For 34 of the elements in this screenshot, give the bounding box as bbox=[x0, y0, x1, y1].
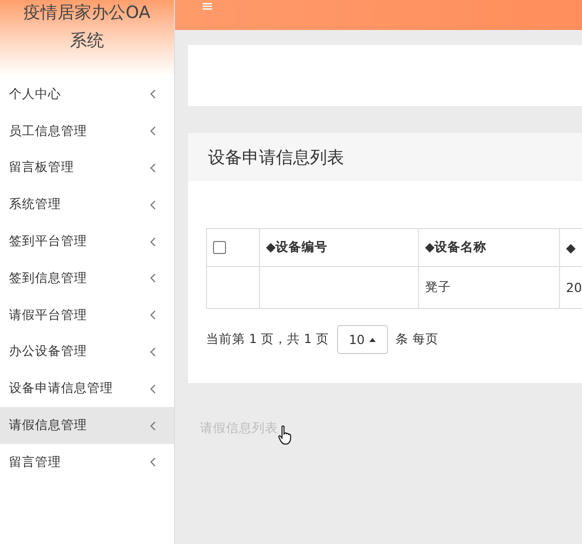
sidebar-item[interactable]: 请假信息管理 bbox=[0, 407, 174, 444]
page-size-label: 条 每页 bbox=[396, 331, 439, 348]
page-summary: 当前第 1 页，共 1 页 bbox=[206, 331, 329, 348]
sidebar-item[interactable]: 设备申请信息管理 bbox=[0, 370, 174, 408]
sidebar-item[interactable]: 签到信息管理 bbox=[0, 260, 174, 297]
chevron-icon bbox=[150, 384, 156, 394]
chevron-icon bbox=[150, 236, 156, 247]
chevron-icon bbox=[150, 420, 156, 431]
chevron-icon bbox=[150, 200, 156, 210]
chevron-icon bbox=[150, 273, 156, 284]
column-header[interactable]: ◆设备名称 bbox=[418, 228, 560, 266]
chevron-icon bbox=[150, 457, 156, 468]
sidebar-item[interactable]: 个人中心 bbox=[0, 76, 174, 113]
chevron-icon bbox=[150, 162, 156, 173]
app-title: 疫情居家办公OA系统 bbox=[22, 2, 152, 53]
hand-cursor-icon bbox=[278, 425, 292, 445]
chevron-icon bbox=[150, 126, 156, 136]
caret-icon bbox=[368, 338, 376, 342]
page-size-dropdown[interactable]: 10 bbox=[336, 325, 388, 354]
column-header[interactable]: ◆设备编号 bbox=[260, 228, 418, 266]
panel-title: 设备申请信息列表 bbox=[208, 146, 344, 168]
sidebar-item[interactable]: 留言管理 bbox=[0, 444, 174, 481]
sidebar-item[interactable]: 签到平台管理 bbox=[0, 223, 174, 260]
sidebar-item[interactable]: 员工信息管理 bbox=[0, 112, 174, 150]
chevron-icon bbox=[150, 310, 156, 320]
chevron-icon bbox=[150, 346, 156, 357]
table-cell: 凳子 bbox=[418, 266, 560, 308]
checkbox[interactable] bbox=[213, 241, 226, 254]
sidebar-item[interactable]: 请假平台管理 bbox=[0, 296, 174, 334]
chevron-icon bbox=[150, 89, 156, 100]
sidebar-item[interactable]: 系统管理 bbox=[0, 186, 174, 224]
sidebar-item[interactable]: 留言板管理 bbox=[0, 150, 174, 186]
column-header[interactable]: ◆ bbox=[560, 228, 582, 266]
sidebar-item[interactable]: 办公设备管理 bbox=[0, 334, 174, 370]
